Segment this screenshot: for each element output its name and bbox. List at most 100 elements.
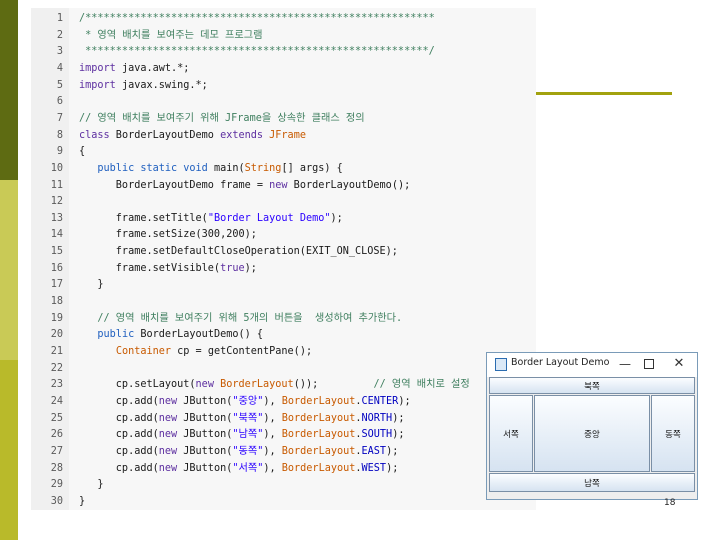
line-number: 27 <box>50 445 63 457</box>
close-icon[interactable]: ✕ <box>669 355 689 373</box>
line-number: 29 <box>50 479 63 491</box>
code-text: cp.add(new JButton("동쪽"), BorderLayout.E… <box>79 445 399 457</box>
east-button[interactable]: 동쪽 <box>651 395 695 472</box>
code-line: 12 <box>31 194 63 211</box>
line-number: 2 <box>56 29 63 41</box>
line-number: 22 <box>50 362 63 374</box>
code-line: 21 Container cp = getContentPane(); <box>31 344 312 361</box>
code-text: frame.setSize(300,200); <box>79 229 257 241</box>
code-line: 2 * 영역 배치를 보여주는 데모 프로그램 <box>31 28 263 45</box>
code-text: * 영역 배치를 보여주는 데모 프로그램 <box>79 29 263 41</box>
code-line: 15 frame.setDefaultCloseOperation(EXIT_O… <box>31 244 398 261</box>
line-number: 20 <box>50 329 63 341</box>
code-text: cp.add(new JButton("중앙"), BorderLayout.C… <box>79 395 411 407</box>
line-number: 11 <box>50 179 63 191</box>
code-text: { <box>79 146 86 158</box>
line-number: 19 <box>50 312 63 324</box>
code-text: frame.setDefaultCloseOperation(EXIT_ON_C… <box>79 246 398 258</box>
line-number: 21 <box>50 346 63 357</box>
line-number: 30 <box>50 495 63 507</box>
line-number: 3 <box>56 46 63 58</box>
code-line: 7 // 영역 배치를 보여주기 위해 JFrame을 상속한 클래스 정의 <box>31 111 365 128</box>
code-line: 14 frame.setSize(300,200); <box>31 227 257 244</box>
code-text: class BorderLayoutDemo extends JFrame <box>79 129 306 141</box>
code-line: 1 /**************************************… <box>31 11 435 28</box>
center-button[interactable]: 중앙 <box>534 395 650 472</box>
code-text: // 영역 배치를 보여주기 위해 JFrame을 상속한 클래스 정의 <box>79 112 365 124</box>
code-text: // 영역 배치를 보여주기 위해 5개의 버튼을 생성하여 추가한다. <box>79 312 403 324</box>
code-line: 17 } <box>31 277 104 294</box>
code-text: } <box>79 279 104 291</box>
code-line: 29 } <box>31 477 104 494</box>
line-number: 5 <box>56 79 63 91</box>
code-text: public BorderLayoutDemo() { <box>97 329 264 341</box>
line-number: 8 <box>56 129 63 141</box>
code-line: 25 cp.add(new JButton("북쪽"), BorderLayou… <box>31 411 405 428</box>
slide-accent-line <box>536 92 672 95</box>
code-text: frame.setTitle("Border Layout Demo"); <box>79 212 343 224</box>
slide-stripe-bottom <box>0 360 18 540</box>
line-number: 4 <box>56 62 63 74</box>
code-text: cp.setLayout(new BorderLayout()); // 영역 … <box>79 379 470 391</box>
line-number: 14 <box>50 229 63 241</box>
line-number: 10 <box>50 162 63 174</box>
line-number: 18 <box>50 296 63 308</box>
north-button[interactable]: 북쪽 <box>489 377 695 394</box>
java-frame-window[interactable]: Border Layout Demo — ✕ 북쪽 서쪽 중앙 동쪽 남쪽 <box>486 352 698 500</box>
code-text: public static void main(String[] args) { <box>97 162 343 174</box>
code-text: import java.awt.*; <box>79 62 190 74</box>
line-number: 1 <box>56 13 63 24</box>
page-number: 18 <box>664 498 676 508</box>
code-text: import javax.swing.*; <box>79 79 208 91</box>
window-title: Border Layout Demo <box>511 357 610 368</box>
code-line: 28 cp.add(new JButton("서쪽"), BorderLayou… <box>31 461 399 478</box>
code-text: Container cp = getContentPane(); <box>115 346 313 357</box>
window-titlebar[interactable]: Border Layout Demo — ✕ <box>487 353 697 376</box>
line-number: 26 <box>50 429 63 441</box>
code-line: 13 frame.setTitle("Border Layout Demo"); <box>31 211 343 228</box>
west-button[interactable]: 서쪽 <box>489 395 533 472</box>
code-line: 3 **************************************… <box>31 44 435 61</box>
code-text: ****************************************… <box>79 46 435 58</box>
code-line: 18 <box>31 294 63 311</box>
code-text: frame.setVisible(true); <box>79 262 257 274</box>
code-line: 6 <box>31 94 63 111</box>
code-line: 26 cp.add(new JButton("남쪽"), BorderLayou… <box>31 427 405 444</box>
line-number: 7 <box>56 112 63 124</box>
line-number: 13 <box>50 212 63 224</box>
south-button[interactable]: 남쪽 <box>489 473 695 492</box>
code-line: 11 BorderLayoutDemo frame = new BorderLa… <box>31 178 411 195</box>
code-line: 20 public BorderLayoutDemo() { <box>31 327 263 344</box>
code-text: /***************************************… <box>79 13 435 24</box>
code-line: 16 frame.setVisible(true); <box>31 261 257 278</box>
minimize-icon[interactable]: — <box>615 355 635 373</box>
line-number: 25 <box>50 412 63 424</box>
code-text: BorderLayoutDemo frame = new BorderLayou… <box>79 179 411 191</box>
content-pane: 북쪽 서쪽 중앙 동쪽 남쪽 <box>487 377 697 499</box>
code-line: 5 import javax.swing.*; <box>31 78 208 95</box>
line-number: 28 <box>50 462 63 474</box>
java-app-icon <box>495 358 507 371</box>
slide-stripe-top <box>0 0 18 180</box>
line-number: 16 <box>50 262 63 274</box>
code-line: 22 <box>31 361 63 378</box>
code-text: } <box>79 495 86 507</box>
code-text: } <box>79 479 104 491</box>
code-text: cp.add(new JButton("서쪽"), BorderLayout.W… <box>79 462 399 474</box>
code-text: cp.add(new JButton("남쪽"), BorderLayout.S… <box>79 429 405 441</box>
slide-stripe-middle <box>0 180 18 360</box>
code-line: 9{ <box>31 144 85 161</box>
line-number: 23 <box>50 379 63 391</box>
code-line: 27 cp.add(new JButton("동쪽"), BorderLayou… <box>31 444 399 461</box>
code-line: 10 public static void main(String[] args… <box>31 161 343 178</box>
code-line: 8 class BorderLayoutDemo extends JFrame <box>31 128 306 145</box>
code-line: 4 import java.awt.*; <box>31 61 190 78</box>
maximize-icon[interactable] <box>639 355 659 373</box>
code-line: 30} <box>31 494 85 511</box>
line-number: 9 <box>56 146 63 158</box>
line-number: 17 <box>50 279 63 291</box>
line-number: 12 <box>50 196 63 208</box>
code-text: cp.add(new JButton("북쪽"), BorderLayout.N… <box>79 412 405 424</box>
code-line: 23 cp.setLayout(new BorderLayout()); // … <box>31 377 470 394</box>
code-editor: 1 /**************************************… <box>31 8 536 510</box>
